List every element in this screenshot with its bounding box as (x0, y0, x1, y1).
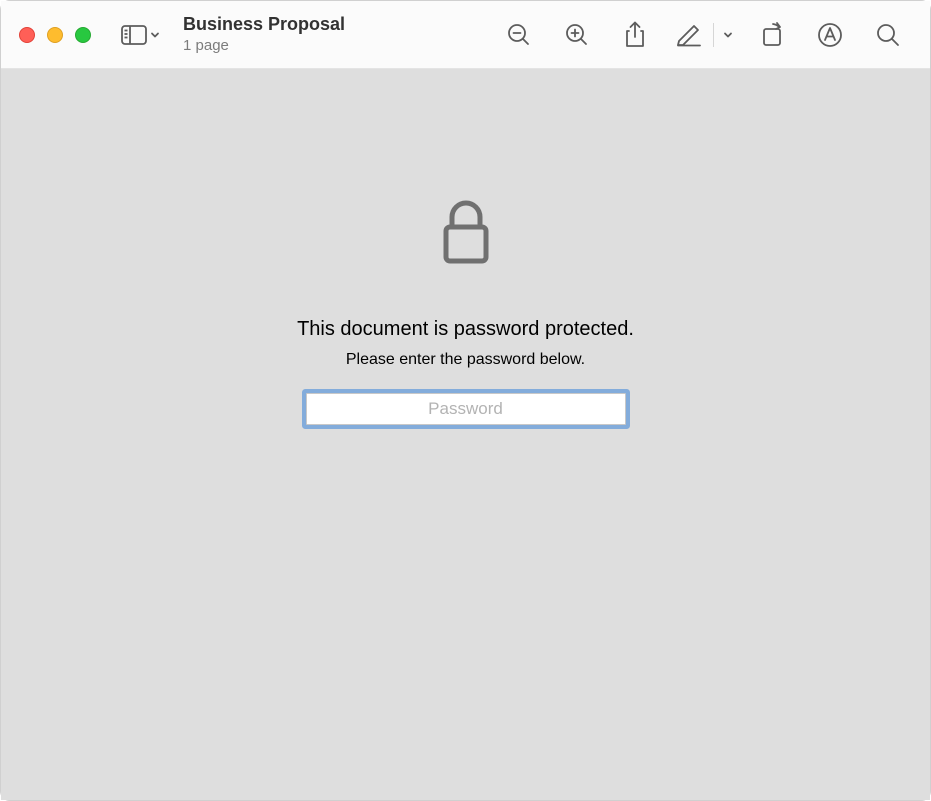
highlight-icon (676, 23, 702, 47)
maximize-window-button[interactable] (75, 27, 91, 43)
share-icon (623, 21, 647, 49)
markup-icon (817, 22, 843, 48)
zoom-out-button[interactable] (495, 14, 543, 56)
search-icon (875, 22, 901, 48)
password-message-primary: This document is password protected. (297, 318, 634, 341)
highlight-menu-button[interactable] (718, 14, 738, 56)
window-controls (19, 27, 91, 43)
title-block: Business Proposal 1 page (183, 14, 383, 55)
zoom-out-icon (506, 22, 532, 48)
sidebar-toggle-button[interactable] (121, 14, 161, 56)
minimize-window-button[interactable] (47, 27, 63, 43)
rotate-button[interactable] (748, 14, 796, 56)
content-area: This document is password protected. Ple… (1, 69, 930, 800)
document-title: Business Proposal (183, 14, 383, 36)
toolbar (495, 14, 912, 56)
password-pane: This document is password protected. Ple… (236, 199, 696, 425)
rotate-icon (759, 22, 785, 48)
sidebar-icon (121, 25, 147, 45)
close-window-button[interactable] (19, 27, 35, 43)
highlight-button[interactable] (669, 14, 709, 56)
zoom-in-icon (564, 22, 590, 48)
document-subtitle: 1 page (183, 37, 383, 55)
markup-button[interactable] (806, 14, 854, 56)
chevron-down-icon (149, 29, 161, 41)
share-button[interactable] (611, 14, 659, 56)
toolbar-divider (713, 23, 714, 47)
password-input[interactable] (306, 393, 626, 425)
zoom-in-button[interactable] (553, 14, 601, 56)
chevron-down-icon (722, 29, 734, 41)
search-button[interactable] (864, 14, 912, 56)
password-message-secondary: Please enter the password below. (346, 351, 585, 369)
lock-icon (438, 199, 494, 270)
titlebar: Business Proposal 1 page (1, 1, 930, 69)
